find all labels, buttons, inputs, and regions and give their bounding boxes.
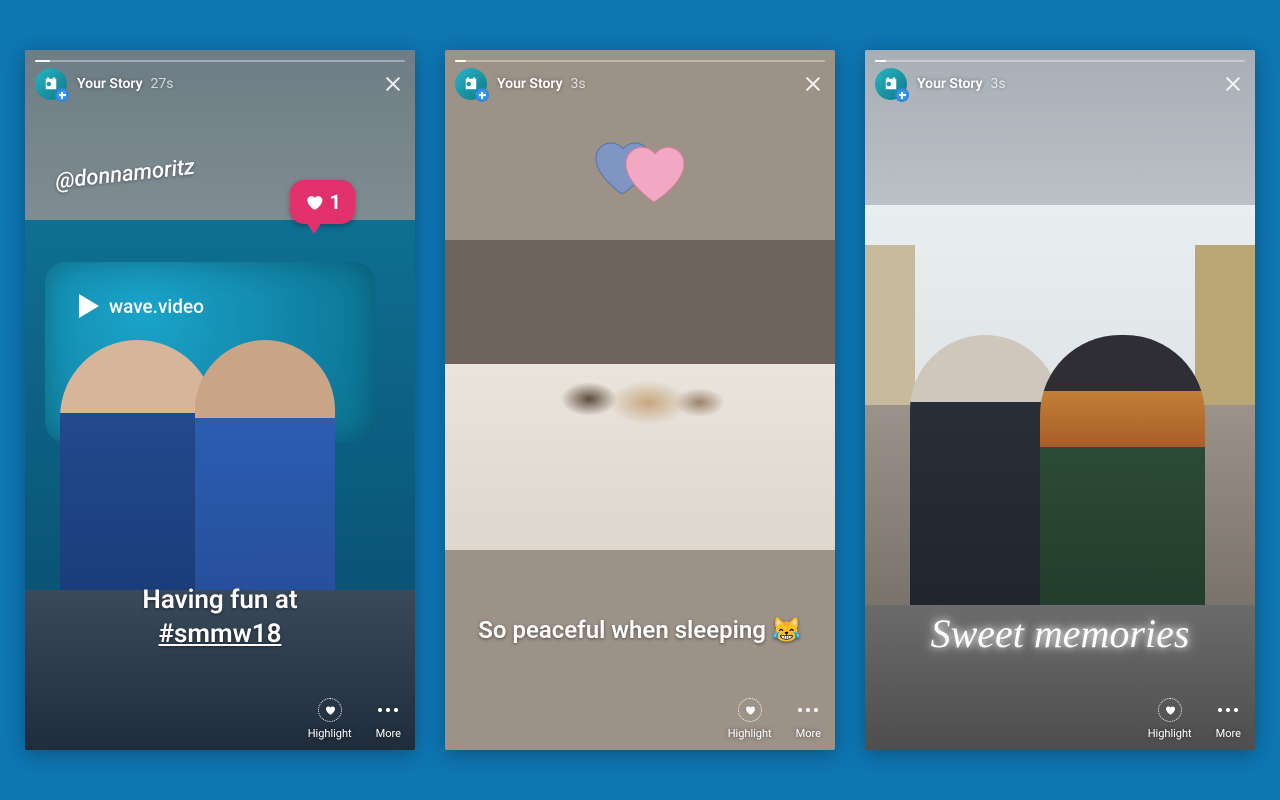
progress-fill <box>455 60 466 62</box>
story-title: Your Story <box>77 76 143 92</box>
hearts-sticker[interactable] <box>592 128 688 210</box>
more-icon <box>798 697 818 723</box>
more-label: More <box>1216 727 1241 740</box>
person-2 <box>1040 335 1205 605</box>
progress-bar <box>875 60 1245 62</box>
close-icon[interactable] <box>381 72 405 96</box>
person-2 <box>195 340 335 590</box>
story-caption: So peaceful when sleeping 😹 <box>445 615 835 646</box>
progress-bar <box>35 60 405 62</box>
more-icon <box>378 697 398 723</box>
highlight-label: Highlight <box>1148 727 1192 740</box>
progress-fill <box>35 60 50 62</box>
story-panel-2[interactable]: Your Story 3s So peaceful when sleeping … <box>445 50 835 750</box>
story-time: 27s <box>151 76 174 92</box>
highlight-label: Highlight <box>308 727 352 740</box>
story-photo <box>445 240 835 550</box>
progress-bar <box>455 60 825 62</box>
booth-brand-text: wave.video <box>109 295 204 318</box>
highlight-button[interactable]: Highlight <box>308 697 352 740</box>
story-actions: Highlight More <box>308 697 401 740</box>
cat <box>555 364 725 434</box>
more-icon <box>1218 697 1238 723</box>
more-label: More <box>376 727 401 740</box>
more-button[interactable]: More <box>376 697 401 740</box>
avatar-plus-icon <box>475 88 489 102</box>
more-button[interactable]: More <box>1216 697 1241 740</box>
story-caption: Having fun at #smmw18 <box>25 584 415 652</box>
more-button[interactable]: More <box>796 697 821 740</box>
highlight-label: Highlight <box>728 727 772 740</box>
play-icon <box>79 294 99 318</box>
person-1 <box>910 335 1060 605</box>
story-time: 3s <box>571 76 586 92</box>
like-count: 1 <box>330 190 341 214</box>
story-time: 3s <box>991 76 1006 92</box>
story-title: Your Story <box>497 76 563 92</box>
highlight-button[interactable]: Highlight <box>728 697 772 740</box>
avatar[interactable] <box>455 68 487 100</box>
story-header: Your Story 3s <box>455 68 825 100</box>
avatar[interactable] <box>875 68 907 100</box>
story-title: Your Story <box>917 76 983 92</box>
booth-brand: wave.video <box>79 294 204 318</box>
caption-hashtag[interactable]: #smmw18 <box>159 619 282 649</box>
story-actions: Highlight More <box>1148 697 1241 740</box>
highlight-icon <box>738 697 762 723</box>
caption-line1: Having fun at <box>142 585 297 615</box>
heart-icon <box>304 192 324 212</box>
building <box>1195 245 1255 405</box>
story-photo: wave.video <box>25 220 415 590</box>
story-panel-1[interactable]: wave.video Your Story 27s @donnamoritz 1… <box>25 50 415 750</box>
story-header: Your Story 27s <box>35 68 405 100</box>
story-header: Your Story 3s <box>875 68 1245 100</box>
avatar-plus-icon <box>895 88 909 102</box>
highlight-icon <box>318 697 342 723</box>
story-panel-3[interactable]: Your Story 3s Sweet memories Highlight M… <box>865 50 1255 750</box>
story-photo <box>865 205 1255 605</box>
close-icon[interactable] <box>801 72 825 96</box>
highlight-button[interactable]: Highlight <box>1148 697 1192 740</box>
avatar[interactable] <box>35 68 67 100</box>
story-caption: Sweet memories <box>865 608 1255 660</box>
person-1 <box>60 340 215 590</box>
like-sticker[interactable]: 1 <box>290 180 355 224</box>
close-icon[interactable] <box>1221 72 1245 96</box>
story-actions: Highlight More <box>728 697 821 740</box>
progress-fill <box>875 60 886 62</box>
more-label: More <box>796 727 821 740</box>
heart-icon-pink <box>626 147 684 202</box>
avatar-plus-icon <box>55 88 69 102</box>
highlight-icon <box>1158 697 1182 723</box>
building <box>865 245 915 405</box>
